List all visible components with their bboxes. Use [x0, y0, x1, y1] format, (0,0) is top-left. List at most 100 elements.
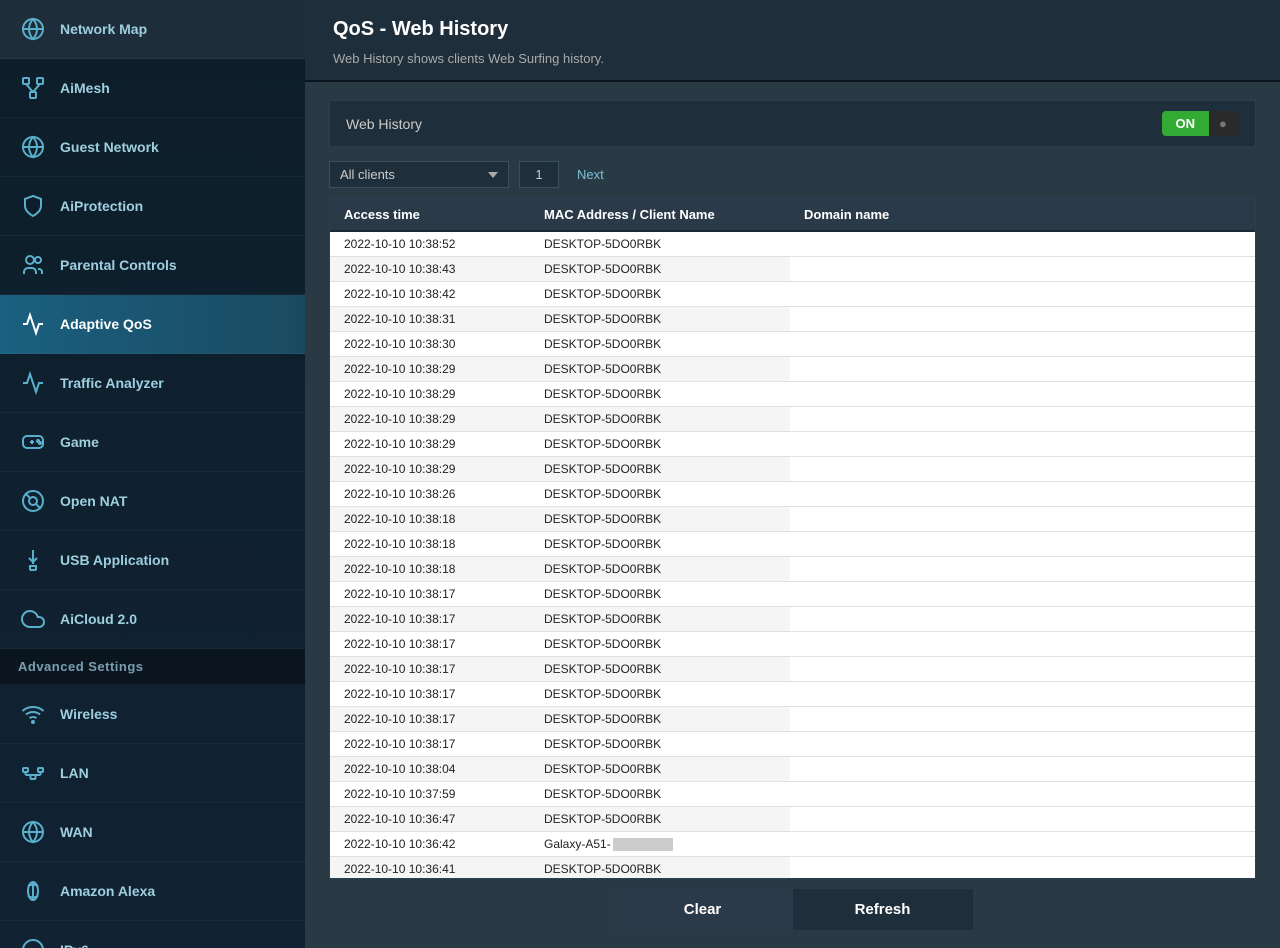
- cell-time: 2022-10-10 10:38:18: [330, 507, 530, 531]
- col-mac-client: MAC Address / Client Name: [530, 199, 790, 230]
- next-button[interactable]: Next: [569, 162, 612, 187]
- cell-domain: [790, 307, 1255, 331]
- cell-client: DESKTOP-5DO0RBK: [530, 382, 790, 406]
- sidebar-item-guest-network[interactable]: Guest Network: [0, 118, 305, 177]
- cell-domain: [790, 757, 1255, 781]
- content-area: Web History ON ● All clients Next Access…: [305, 82, 1280, 948]
- sidebar-item-label: AiProtection: [60, 198, 143, 214]
- sidebar-item-lan[interactable]: LAN: [0, 744, 305, 803]
- clear-button[interactable]: Clear: [613, 889, 793, 930]
- table-row: 2022-10-10 10:38:04DESKTOP-5DO0RBK: [330, 757, 1255, 782]
- table-row: 2022-10-10 10:38:17DESKTOP-5DO0RBK: [330, 707, 1255, 732]
- client-filter-select[interactable]: All clients: [329, 161, 509, 188]
- cell-domain: [790, 457, 1255, 481]
- cell-client: DESKTOP-5DO0RBK: [530, 432, 790, 456]
- cell-client: DESKTOP-5DO0RBK: [530, 407, 790, 431]
- sidebar-item-aimesh[interactable]: AiMesh: [0, 59, 305, 118]
- data-table: Access time MAC Address / Client Name Do…: [329, 198, 1256, 879]
- sidebar-item-label: AiMesh: [60, 80, 110, 96]
- cell-time: 2022-10-10 10:38:17: [330, 657, 530, 681]
- table-body: 2022-10-10 10:38:52DESKTOP-5DO0RBK2022-1…: [330, 232, 1255, 878]
- sidebar-item-amazon-alexa[interactable]: Amazon Alexa: [0, 862, 305, 921]
- table-row: 2022-10-10 10:38:30DESKTOP-5DO0RBK: [330, 332, 1255, 357]
- table-row: 2022-10-10 10:38:17DESKTOP-5DO0RBK: [330, 657, 1255, 682]
- sidebar-item-label: Guest Network: [60, 139, 159, 155]
- cell-domain: [790, 682, 1255, 706]
- table-row: 2022-10-10 10:37:59DESKTOP-5DO0RBK: [330, 782, 1255, 807]
- sidebar-item-label: LAN: [60, 765, 89, 781]
- cell-time: 2022-10-10 10:38:29: [330, 432, 530, 456]
- sidebar-item-open-nat[interactable]: Open NAT: [0, 472, 305, 531]
- cell-client: DESKTOP-5DO0RBK: [530, 282, 790, 306]
- cell-client: DESKTOP-5DO0RBK: [530, 732, 790, 756]
- sidebar-item-aicloud[interactable]: AiCloud 2.0: [0, 590, 305, 649]
- sidebar-item-adaptive-qos[interactable]: Adaptive QoS: [0, 295, 305, 354]
- shield-icon: [18, 191, 48, 221]
- cell-client: DESKTOP-5DO0RBK: [530, 707, 790, 731]
- cell-client: DESKTOP-5DO0RBK: [530, 357, 790, 381]
- cell-client: DESKTOP-5DO0RBK: [530, 532, 790, 556]
- sidebar-item-wan[interactable]: WAN: [0, 803, 305, 862]
- sidebar-item-aiprotection[interactable]: AiProtection: [0, 177, 305, 236]
- cell-time: 2022-10-10 10:38:18: [330, 532, 530, 556]
- usb-icon: [18, 545, 48, 575]
- cell-domain: [790, 607, 1255, 631]
- cell-domain: [790, 532, 1255, 556]
- web-history-toggle-row: Web History ON ●: [329, 100, 1256, 147]
- table-row: 2022-10-10 10:38:18DESKTOP-5DO0RBK: [330, 557, 1255, 582]
- page-title: QoS - Web History: [333, 18, 1252, 41]
- cell-client: DESKTOP-5DO0RBK: [530, 557, 790, 581]
- toggle-off-label: ●: [1209, 111, 1239, 136]
- sidebar-item-label: Adaptive QoS: [60, 316, 152, 332]
- ipv6-icon: IPv6: [18, 935, 48, 948]
- globe-icon: [18, 14, 48, 44]
- table-row: 2022-10-10 10:36:42Galaxy-A51-: [330, 832, 1255, 857]
- globe-icon: [18, 132, 48, 162]
- table-header: Access time MAC Address / Client Name Do…: [330, 199, 1255, 232]
- refresh-button[interactable]: Refresh: [793, 889, 973, 930]
- main-content: QoS - Web History Web History shows clie…: [305, 0, 1280, 948]
- sidebar-item-label: Traffic Analyzer: [60, 375, 164, 391]
- col-access-time: Access time: [330, 199, 530, 230]
- sidebar-item-network-map[interactable]: Network Map: [0, 0, 305, 59]
- table-row: 2022-10-10 10:38:17DESKTOP-5DO0RBK: [330, 682, 1255, 707]
- cell-domain: [790, 332, 1255, 356]
- wireless-icon: [18, 699, 48, 729]
- sidebar-item-ipv6[interactable]: IPv6 IPv6: [0, 921, 305, 948]
- cell-client: DESKTOP-5DO0RBK: [530, 507, 790, 531]
- cell-domain: [790, 407, 1255, 431]
- cell-client: DESKTOP-5DO0RBK: [530, 807, 790, 831]
- cell-time: 2022-10-10 10:38:42: [330, 282, 530, 306]
- cell-domain: [790, 782, 1255, 806]
- sidebar-item-usb-application[interactable]: USB Application: [0, 531, 305, 590]
- cell-client: DESKTOP-5DO0RBK: [530, 457, 790, 481]
- cell-domain: [790, 732, 1255, 756]
- cell-time: 2022-10-10 10:36:41: [330, 857, 530, 878]
- web-history-label: Web History: [346, 116, 1162, 132]
- sidebar-item-parental-controls[interactable]: Parental Controls: [0, 236, 305, 295]
- sidebar-item-wireless[interactable]: Wireless: [0, 685, 305, 744]
- cell-client: DESKTOP-5DO0RBK: [530, 657, 790, 681]
- cell-client: DESKTOP-5DO0RBK: [530, 307, 790, 331]
- cell-time: 2022-10-10 10:38:43: [330, 257, 530, 281]
- cell-domain: [790, 282, 1255, 306]
- cell-time: 2022-10-10 10:38:17: [330, 682, 530, 706]
- table-row: 2022-10-10 10:38:17DESKTOP-5DO0RBK: [330, 732, 1255, 757]
- cell-client: DESKTOP-5DO0RBK: [530, 232, 790, 256]
- sidebar-item-traffic-analyzer[interactable]: Traffic Analyzer: [0, 354, 305, 413]
- cell-client: DESKTOP-5DO0RBK: [530, 582, 790, 606]
- sidebar-item-game[interactable]: Game: [0, 413, 305, 472]
- table-row: 2022-10-10 10:38:26DESKTOP-5DO0RBK: [330, 482, 1255, 507]
- page-number-input[interactable]: [519, 161, 559, 188]
- cell-client: DESKTOP-5DO0RBK: [530, 782, 790, 806]
- table-row: 2022-10-10 10:38:29DESKTOP-5DO0RBK: [330, 432, 1255, 457]
- web-history-toggle[interactable]: ON ●: [1162, 111, 1240, 136]
- table-row: 2022-10-10 10:38:31DESKTOP-5DO0RBK: [330, 307, 1255, 332]
- cell-client: DESKTOP-5DO0RBK: [530, 857, 790, 878]
- cell-client: DESKTOP-5DO0RBK: [530, 257, 790, 281]
- lan-icon: [18, 758, 48, 788]
- cell-time: 2022-10-10 10:38:29: [330, 407, 530, 431]
- cell-domain: [790, 382, 1255, 406]
- cell-time: 2022-10-10 10:38:17: [330, 632, 530, 656]
- cell-time: 2022-10-10 10:36:47: [330, 807, 530, 831]
